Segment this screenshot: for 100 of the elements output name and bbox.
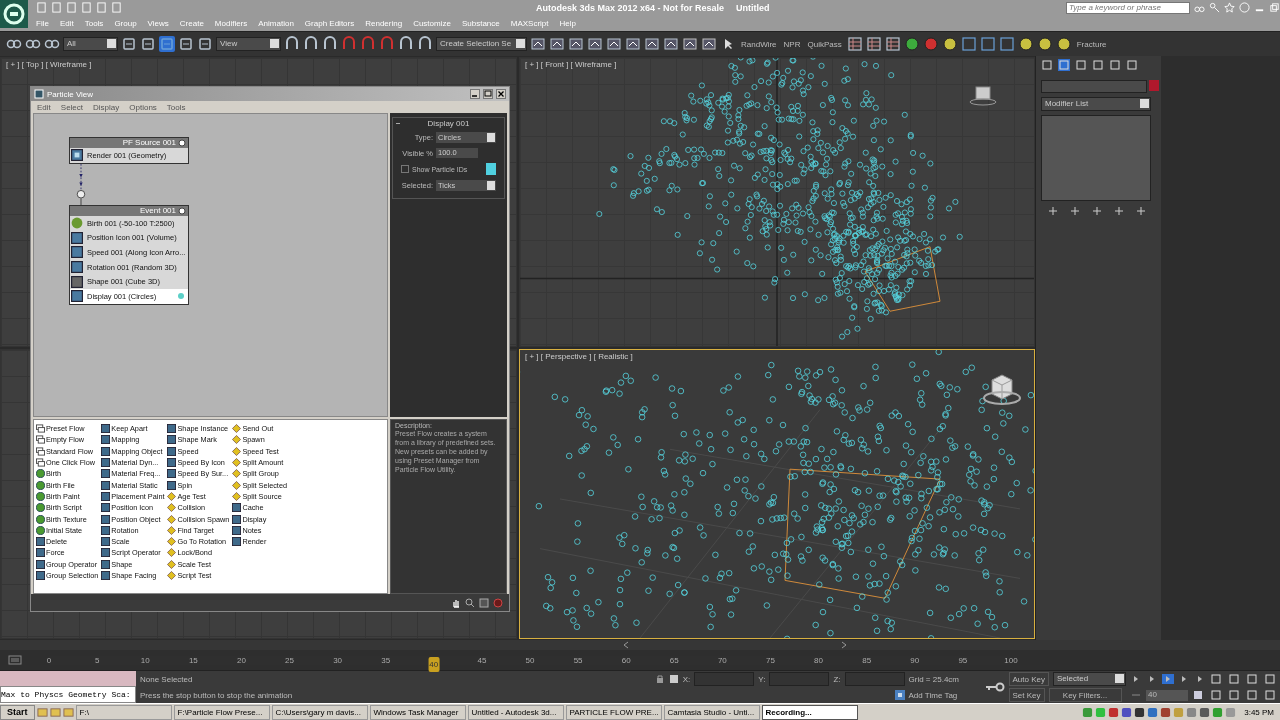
viewport-label[interactable]: [ + ] [ Front ] [ Wireframe ] xyxy=(525,60,617,69)
rollout-title[interactable]: Display 001 xyxy=(427,119,470,128)
frame-number: 50 xyxy=(524,655,536,665)
prompt-text: Press the stop button to stop the animation xyxy=(140,690,293,700)
frame-number: 15 xyxy=(187,655,199,665)
hand-icon[interactable] xyxy=(451,597,461,608)
named-selection-dropdown[interactable]: Create Selection Se xyxy=(436,37,527,51)
node-title: Event 001 xyxy=(139,206,176,216)
viewport-label[interactable]: [ + ] [ Perspective ] [ Realistic ] xyxy=(525,352,633,361)
selection-filter-dropdown[interactable]: All xyxy=(63,37,118,51)
operator-icon xyxy=(71,290,83,303)
coordinate-field[interactable] xyxy=(769,672,830,686)
frame-number: 95 xyxy=(957,655,969,665)
key-mode-dropdown[interactable]: Selected xyxy=(1053,672,1126,686)
app-logo-icon[interactable] xyxy=(0,0,28,28)
menu-item[interactable]: Display xyxy=(93,102,120,112)
time-tag-icon[interactable] xyxy=(894,690,905,700)
checkbox[interactable] xyxy=(401,165,409,173)
dot-icon xyxy=(178,293,184,300)
viewport[interactable]: [ + ] [ Front ] [ Wireframe ] xyxy=(519,57,1035,347)
clock: 3:45 PM xyxy=(1243,707,1275,717)
frame-number: 65 xyxy=(668,655,680,665)
menu-item[interactable]: Edit xyxy=(37,102,51,112)
window-title: Autodesk 3ds Max 2012 x64 - Not for Resale xyxy=(536,2,725,13)
tray-icon[interactable] xyxy=(1160,706,1172,718)
frame-number: 0 xyxy=(45,655,53,665)
node-title: PF Source 001 xyxy=(122,138,176,148)
coordinate-label: Y: xyxy=(758,674,766,684)
taskbar-button[interactable]: F:\Particle Flow Prese... xyxy=(173,704,270,720)
window-title: Particle View xyxy=(47,89,94,99)
grid-size: Grid = 25.4cm xyxy=(908,674,960,684)
reference-coordinate-dropdown[interactable]: View xyxy=(216,37,281,51)
tray-icon[interactable] xyxy=(1108,706,1120,718)
play-icon[interactable] xyxy=(1162,674,1174,684)
coordinate-label: X: xyxy=(682,674,691,684)
star-icon[interactable] xyxy=(1224,2,1235,13)
key-filters-button[interactable]: Key Filters... xyxy=(1048,688,1122,702)
coordinate-field[interactable] xyxy=(694,672,755,686)
toolbar-label[interactable]: Fracture xyxy=(1076,39,1107,49)
menu-item[interactable]: Select xyxy=(60,102,84,112)
add-time-tag[interactable]: Add Time Tag xyxy=(908,690,981,700)
coordinate-field[interactable] xyxy=(844,672,905,686)
taskbar-button[interactable]: Windows Task Manager xyxy=(369,704,466,720)
selection-status: None Selected xyxy=(140,674,193,684)
render-circle-icon[interactable] xyxy=(903,36,920,52)
key-icon[interactable] xyxy=(984,682,1005,692)
grid-icon[interactable] xyxy=(846,36,863,52)
frame-number: 35 xyxy=(380,655,392,665)
tray-icon[interactable] xyxy=(1134,706,1146,718)
tray-icon[interactable] xyxy=(1199,706,1211,718)
auto-key-button[interactable]: Auto Key xyxy=(1008,672,1049,686)
operator-icon xyxy=(71,246,83,259)
tray-icon[interactable] xyxy=(1121,706,1133,718)
menu-item[interactable]: Tools xyxy=(166,102,186,112)
modifier-list-dropdown[interactable]: Modifier List xyxy=(1041,97,1151,111)
frame-number: 45 xyxy=(476,655,488,665)
frame-number: 70 xyxy=(716,655,728,665)
frame-number: 20 xyxy=(235,655,247,665)
toolbar-label[interactable]: NPR xyxy=(783,39,801,49)
frame-number: 25 xyxy=(284,655,295,665)
magnet-icon[interactable] xyxy=(360,36,376,52)
taskbar-button[interactable]: Camtasia Studio - Unti... xyxy=(663,704,760,720)
object-name-field[interactable] xyxy=(1041,80,1147,93)
grid-icon[interactable] xyxy=(865,36,882,52)
coordinate-label: Z: xyxy=(833,674,841,684)
close-icon[interactable] xyxy=(496,89,506,99)
search-field[interactable]: Type a keyword or phrase xyxy=(1066,1,1190,14)
lightbulb-icon[interactable] xyxy=(178,207,186,215)
viewcube-icon[interactable] xyxy=(968,84,998,108)
maximize-icon[interactable] xyxy=(483,89,493,99)
color-swatch[interactable] xyxy=(1149,80,1159,91)
operator-icon xyxy=(71,261,83,274)
frame-number: 80 xyxy=(813,655,824,665)
start-button[interactable]: Start xyxy=(0,704,35,720)
lightbulb-icon[interactable] xyxy=(178,139,186,147)
color-swatch[interactable] xyxy=(486,163,496,175)
taskbar-button[interactable]: Recording... xyxy=(761,704,858,720)
taskbar-button[interactable]: C:\Users\gary m davis... xyxy=(271,704,368,720)
toolbar-label[interactable]: QuikPass xyxy=(807,39,842,49)
taskbar-button[interactable]: F:\ xyxy=(75,704,172,720)
frame-number: 60 xyxy=(620,655,632,665)
time-slider[interactable]: 40 xyxy=(428,656,440,672)
current-frame-field[interactable]: 40 xyxy=(1146,689,1188,701)
toolbar-label[interactable]: RandWire xyxy=(741,39,777,49)
document-title: Untitled xyxy=(736,2,770,13)
taskbar-button[interactable]: Untitled - Autodesk 3d... xyxy=(467,704,564,720)
taskbar-button[interactable]: PARTICLE FLOW PRE... xyxy=(565,704,662,720)
set-key-button[interactable]: Set Key xyxy=(1008,688,1045,702)
viewport[interactable]: [ + ] [ Perspective ] [ Realistic ] xyxy=(519,349,1035,639)
frame-number: 100 xyxy=(1003,655,1019,665)
lock-icon[interactable] xyxy=(654,674,665,684)
viewcube-icon[interactable] xyxy=(982,372,1022,408)
macro-recorder-field[interactable] xyxy=(0,671,136,686)
curve-editor-icon[interactable] xyxy=(8,655,22,665)
viewport-label[interactable]: [ + ] [ Top ] [ Wireframe ] xyxy=(6,60,92,69)
minimize-icon[interactable] xyxy=(470,89,480,99)
render-icon xyxy=(71,149,83,162)
frame-number: 5 xyxy=(93,655,101,665)
menu-item[interactable]: Options xyxy=(129,102,157,112)
frame-number: 75 xyxy=(765,655,776,665)
